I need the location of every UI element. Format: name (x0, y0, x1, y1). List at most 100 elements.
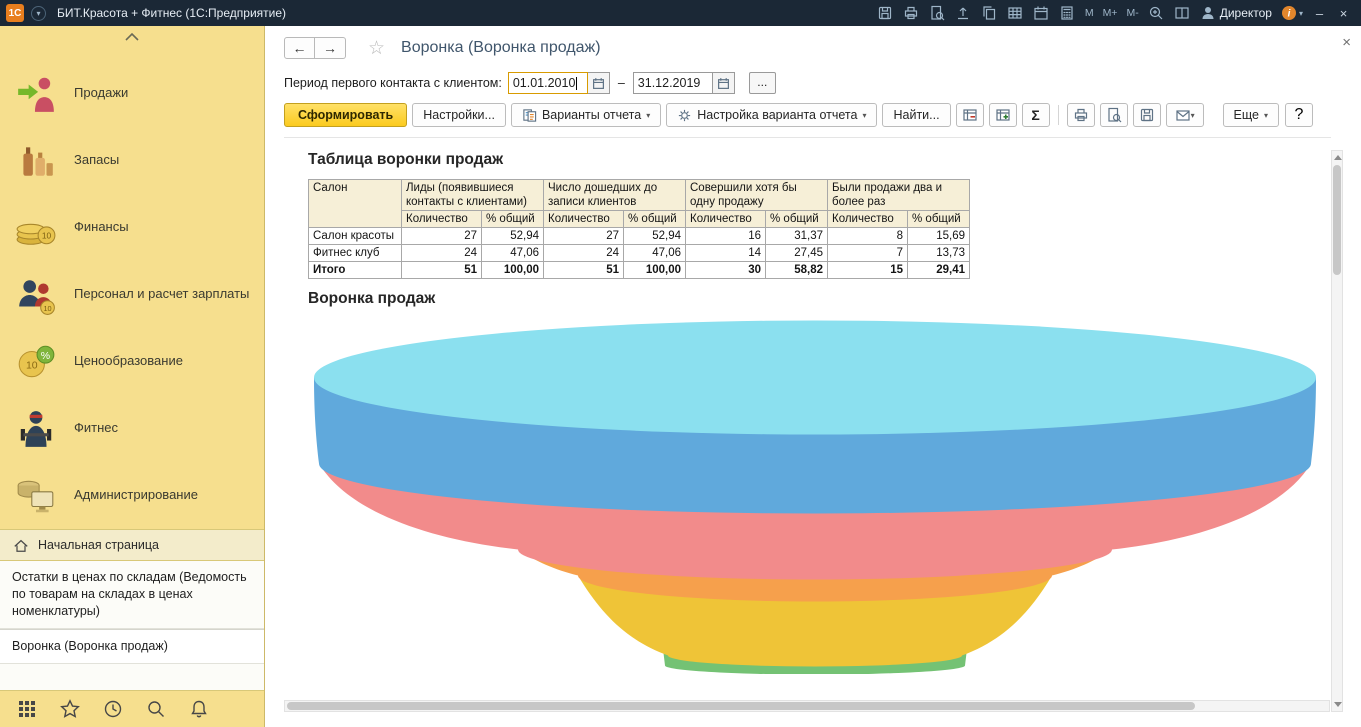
vertical-scrollbar-thumb[interactable] (1333, 165, 1341, 275)
minimize-button[interactable]: – (1312, 6, 1327, 21)
history-clock-icon (103, 699, 123, 719)
print-button[interactable] (903, 5, 920, 22)
fitness-icon (14, 407, 58, 451)
forward-button[interactable]: → (315, 37, 346, 59)
vertical-scrollbar[interactable] (1331, 150, 1343, 712)
copy-button[interactable] (981, 5, 998, 22)
search-button[interactable] (146, 699, 166, 719)
sidebar: Продажи Запасы 10 Финансы 10 Персонал и … (0, 26, 265, 727)
sidebar-item-hr-payroll[interactable]: 10 Персонал и расчет зарплаты (0, 261, 264, 328)
funnel-segment-1[interactable] (314, 321, 1316, 435)
preview-button[interactable] (929, 5, 946, 22)
table-subheader: Количество (402, 211, 482, 228)
help-button[interactable]: ? (1285, 103, 1313, 127)
1c-logo-icon: 1С (6, 4, 24, 22)
more-button[interactable]: Еще▾ (1223, 103, 1279, 127)
arrow-left-icon: ← (293, 40, 307, 56)
form-close-button[interactable]: × (1342, 34, 1351, 51)
generate-button[interactable]: Сформировать (284, 103, 407, 127)
sidebar-item-home[interactable]: Начальная страница (0, 529, 264, 561)
calendar-button[interactable] (1033, 5, 1050, 22)
search-icon (146, 699, 166, 719)
sidebar-item-label: Ценообразование (74, 353, 189, 369)
period-to-calendar-button[interactable] (713, 72, 735, 94)
chevron-down-icon: ▾ (1191, 111, 1195, 120)
menu-grid-button[interactable] (17, 699, 37, 719)
expand-groups-button[interactable] (989, 103, 1017, 127)
preview-report-button[interactable] (1100, 103, 1128, 127)
horizontal-scrollbar-thumb[interactable] (287, 702, 1195, 710)
home-icon (13, 538, 29, 553)
scroll-up-arrow-icon[interactable] (1334, 155, 1342, 160)
find-button[interactable]: Найти... (882, 103, 950, 127)
print-report-button[interactable] (1067, 103, 1095, 127)
back-button[interactable]: ← (284, 37, 315, 59)
scroll-down-arrow-icon[interactable] (1334, 702, 1342, 707)
sidebar-item-label: Финансы (74, 219, 135, 235)
table-subheader: % общий (482, 211, 544, 228)
save-icon (877, 5, 893, 21)
funnel-chart-title: Воронка продаж (308, 290, 1331, 308)
gear-icon (677, 108, 692, 123)
window-title: БИТ.Красота + Фитнес (1С:Предприятие) (57, 6, 286, 20)
memory-mminus-button[interactable]: M- (1126, 7, 1138, 19)
finance-icon: 10 (14, 206, 58, 250)
save-report-button[interactable] (1133, 103, 1161, 127)
copy-icon (981, 5, 997, 21)
collapse-groups-button[interactable] (956, 103, 984, 127)
sidebar-sections: Продажи Запасы 10 Финансы 10 Персонал и … (0, 48, 264, 529)
expand-groups-icon (995, 107, 1011, 123)
send-icon (955, 5, 971, 21)
mail-icon (1175, 107, 1191, 123)
period-from-calendar-button[interactable] (588, 72, 610, 94)
variant-settings-button[interactable]: Настройка варианта отчета ▾ (666, 103, 877, 127)
history-item-active[interactable]: Воронка (Воронка продаж) (0, 629, 264, 664)
info-menu[interactable]: i ▾ (1281, 5, 1303, 21)
sidebar-scroll-up[interactable] (0, 26, 264, 48)
notifications-button[interactable] (189, 699, 209, 719)
period-more-button[interactable]: ... (749, 72, 776, 94)
calendar-icon (717, 77, 730, 90)
favorite-star-button[interactable]: ☆ (368, 39, 385, 58)
history-item[interactable]: Остатки в ценах по складам (Ведомость по… (0, 561, 264, 629)
sidebar-item-sales[interactable]: Продажи (0, 60, 264, 127)
table-icon (1007, 5, 1023, 21)
memory-mplus-button[interactable]: M+ (1103, 7, 1118, 19)
memory-m-button[interactable]: M (1085, 7, 1094, 19)
sidebar-item-administration[interactable]: Администрирование (0, 462, 264, 529)
sidebar-item-inventory[interactable]: Запасы (0, 127, 264, 194)
save-button[interactable] (877, 5, 894, 22)
window-close-button[interactable]: × (1336, 6, 1351, 21)
toolbar-separator (1058, 105, 1059, 125)
show-table-button[interactable] (1007, 5, 1024, 22)
titlebar-actions: M M+ M- Директор i ▾ – × (877, 5, 1351, 22)
sidebar-item-pricing[interactable]: 10% Ценообразование (0, 328, 264, 395)
report-variants-button[interactable]: Варианты отчета ▾ (511, 103, 661, 127)
titlebar: 1С ▾ БИТ.Красота + Фитнес (1С:Предприяти… (0, 0, 1361, 26)
sidebar-item-fitness[interactable]: Фитнес (0, 395, 264, 462)
sidebar-item-finance[interactable]: 10 Финансы (0, 194, 264, 261)
svg-text:i: i (1288, 9, 1291, 20)
calculator-button[interactable] (1059, 5, 1076, 22)
table-group-header: Были продажи два и более раз (828, 180, 970, 211)
table-subheader: Количество (544, 211, 624, 228)
period-from-input[interactable]: 01.01.2010 (508, 72, 588, 94)
info-icon: i (1281, 5, 1297, 21)
favorites-button[interactable] (60, 699, 80, 719)
table-group-header: Число дошедших до записи клиентов (544, 180, 686, 211)
settings-button[interactable]: Настройки... (412, 103, 506, 127)
zoom-button[interactable] (1148, 5, 1165, 22)
history-button[interactable] (103, 699, 123, 719)
table-group-header: Совершили хотя бы одну продажу (686, 180, 828, 211)
send-button[interactable] (955, 5, 972, 22)
user-menu[interactable]: Директор (1200, 5, 1272, 21)
chevron-down-icon: ▾ (862, 111, 866, 120)
totals-button[interactable]: Σ (1022, 103, 1050, 127)
main-menu-button[interactable]: ▾ (31, 6, 46, 21)
page-title: Воронка (Воронка продаж) (401, 39, 601, 57)
user-icon (1200, 5, 1216, 21)
split-panels-button[interactable] (1174, 5, 1191, 22)
horizontal-scrollbar[interactable] (284, 700, 1330, 712)
period-to-input[interactable]: 31.12.2019 (633, 72, 713, 94)
email-report-button[interactable]: ▾ (1166, 103, 1204, 127)
